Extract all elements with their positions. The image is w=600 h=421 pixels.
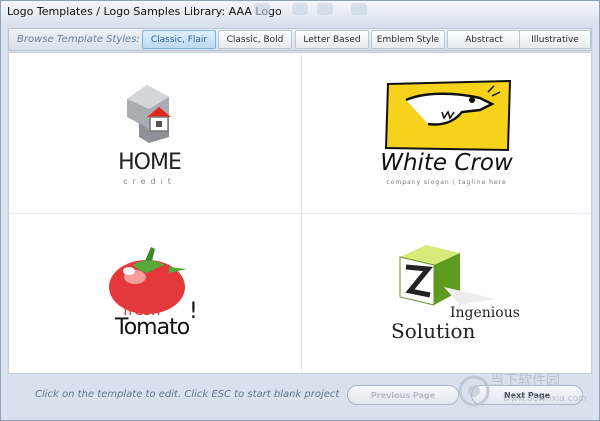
- template-style-tabs: Browse Template Styles: Classic, Flair C…: [8, 28, 592, 51]
- template-home[interactable]: HOME credit: [9, 53, 300, 213]
- tab-abstract[interactable]: Abstract: [447, 30, 521, 49]
- template-tomato-title: Tomato: [115, 315, 190, 340]
- template-crow-title: White Crow: [380, 150, 513, 176]
- tab-classic-flair[interactable]: Classic, Flair: [142, 30, 216, 49]
- watermark-url: www.downxia.com: [503, 394, 587, 404]
- template-solution-title: Solution: [391, 319, 476, 343]
- tab-letter-based[interactable]: Letter Based: [295, 30, 369, 49]
- tab-classic-bold[interactable]: Classic, Bold: [218, 30, 292, 49]
- template-ingenious-solution[interactable]: Ingenious Solution: [301, 213, 592, 373]
- app-window: Logo Templates / Logo Samples Library: A…: [0, 0, 600, 421]
- tab-emblem-style[interactable]: Emblem Style: [371, 30, 445, 49]
- exclamation-icon: !: [189, 299, 198, 324]
- titlebar-decoration-icon: [351, 3, 367, 15]
- template-grid: HOME credit White Crow company slogan \ …: [8, 52, 592, 374]
- titlebar-decoration-icon: [317, 3, 333, 15]
- titlebar-decoration-icon: [254, 3, 270, 15]
- template-fresh-tomato[interactable]: fresh Tomato !: [9, 213, 300, 373]
- titlebar-decoration-icon: [292, 3, 308, 15]
- footer-hint: Click on the template to edit. Click ESC…: [35, 389, 340, 400]
- template-white-crow[interactable]: White Crow company slogan \ tagline here: [301, 53, 592, 213]
- watermark-text: 当下软件园: [490, 373, 560, 389]
- window-title: Logo Templates / Logo Samples Library: A…: [7, 5, 282, 18]
- tabs-label: Browse Template Styles:: [17, 34, 140, 45]
- template-crow-subtitle: company slogan \ tagline here: [386, 179, 507, 186]
- template-home-subtitle: credit: [123, 177, 176, 186]
- tab-illustrative[interactable]: Illustrative: [519, 30, 591, 49]
- crow-icon: [384, 79, 512, 152]
- house-icon: [127, 85, 171, 143]
- previous-page-button[interactable]: Previous Page: [347, 385, 459, 405]
- title-bar: Logo Templates / Logo Samples Library: A…: [1, 1, 599, 23]
- template-home-title: HOME: [118, 150, 182, 175]
